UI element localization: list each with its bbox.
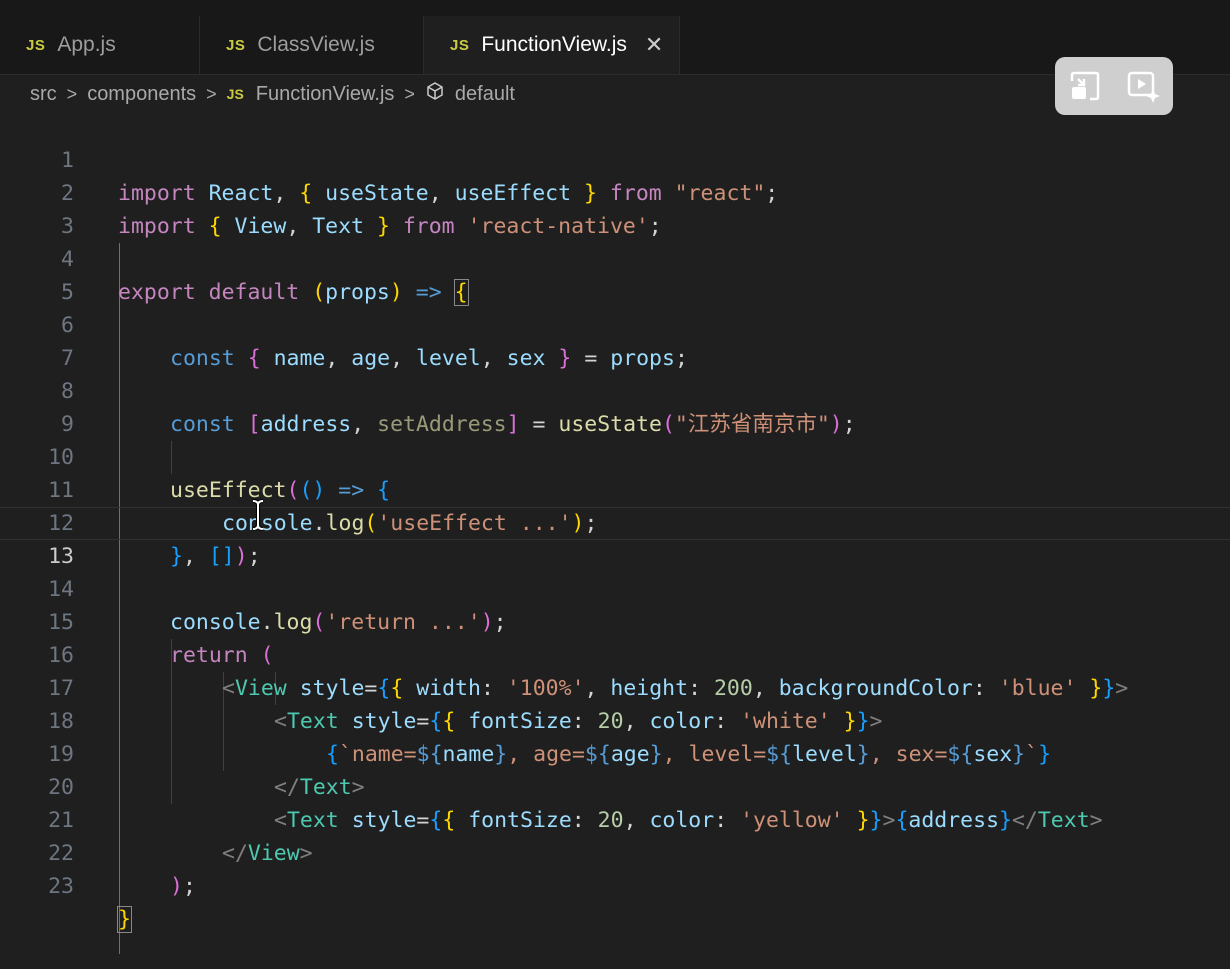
- tab-label: FunctionView.js: [481, 33, 627, 56]
- code-line: 10 useEffect(() => {: [0, 408, 1230, 503]
- code-text: );: [170, 874, 196, 899]
- code-line: 8 const [address, setAddress] = useState…: [0, 342, 1230, 437]
- close-icon[interactable]: ✕: [645, 34, 663, 56]
- exit-picture-in-picture-icon[interactable]: [1065, 66, 1105, 106]
- code-editor[interactable]: 1 import React, { useState, useEffect } …: [0, 111, 1230, 954]
- js-file-icon: JS: [226, 36, 246, 54]
- code-line: 23 }: [0, 837, 1230, 933]
- js-file-icon: JS: [26, 36, 46, 54]
- chevron-right-icon: >: [404, 83, 415, 104]
- code-line: 20 <Text style={{ fontSize: 20, color: '…: [0, 738, 1230, 833]
- chevron-right-icon: >: [66, 83, 78, 104]
- js-file-icon: JS: [226, 86, 244, 102]
- js-file-icon: JS: [450, 36, 470, 54]
- code-line: 17 <Text style={{ fontSize: 20, color: '…: [0, 639, 1230, 734]
- breadcrumb: src > components > JS FunctionView.js > …: [30, 80, 515, 108]
- breadcrumb-file[interactable]: FunctionView.js: [256, 83, 395, 106]
- tab-app-js[interactable]: JS App.js: [0, 16, 200, 74]
- code-line: 11 console.log('useEffect ...');: [0, 441, 1230, 536]
- code-line: 12 }, []);: [0, 474, 1230, 569]
- video-overlay-controls: [1055, 57, 1173, 115]
- tab-label: App.js: [57, 33, 116, 56]
- code-line: 15 return (: [0, 573, 1230, 668]
- tab-label: ClassView.js: [257, 33, 375, 56]
- code-line: 4 export default (props) => {: [0, 210, 1230, 306]
- code-line: 14 console.log('return ...');: [0, 540, 1230, 635]
- code-line: 22 );: [0, 804, 1230, 899]
- breadcrumb-components[interactable]: components: [87, 83, 196, 106]
- code-line: 1 import React, { useState, useEffect } …: [0, 111, 1230, 206]
- code-line: 21 </View>: [0, 771, 1230, 866]
- code-text: }: [117, 903, 132, 936]
- tab-classview-js[interactable]: JS ClassView.js: [200, 16, 424, 74]
- symbol-cube-icon: [425, 81, 445, 107]
- breadcrumb-src[interactable]: src: [30, 83, 57, 106]
- text-cursor-icon: [252, 499, 264, 531]
- line-number: 23: [48, 874, 74, 899]
- code-line-current: 13: [0, 507, 1230, 569]
- matching-bracket: }: [117, 906, 132, 933]
- code-line: 3: [0, 177, 1230, 239]
- breadcrumb-symbol[interactable]: default: [455, 83, 515, 106]
- code-line: 6 const { name, age, level, sex } = prop…: [0, 276, 1230, 371]
- tab-bar: JS App.js JS ClassView.js JS FunctionVie…: [0, 0, 1230, 75]
- video-sparkle-icon[interactable]: [1124, 66, 1164, 106]
- code-line: 9: [0, 375, 1230, 437]
- code-line: 16 <View style={{ width: '100%', height:…: [0, 606, 1230, 701]
- code-line: 18 {`name=${name}, age=${age}, level=${l…: [0, 672, 1230, 767]
- code-line: 19 </Text>: [0, 705, 1230, 800]
- tab-functionview-js[interactable]: JS FunctionView.js ✕: [424, 16, 680, 74]
- code-line: 5: [0, 243, 1230, 305]
- chevron-right-icon: >: [206, 83, 217, 104]
- code-line: 2 import { View, Text } from 'react-nati…: [0, 144, 1230, 239]
- code-line: 7: [0, 309, 1230, 371]
